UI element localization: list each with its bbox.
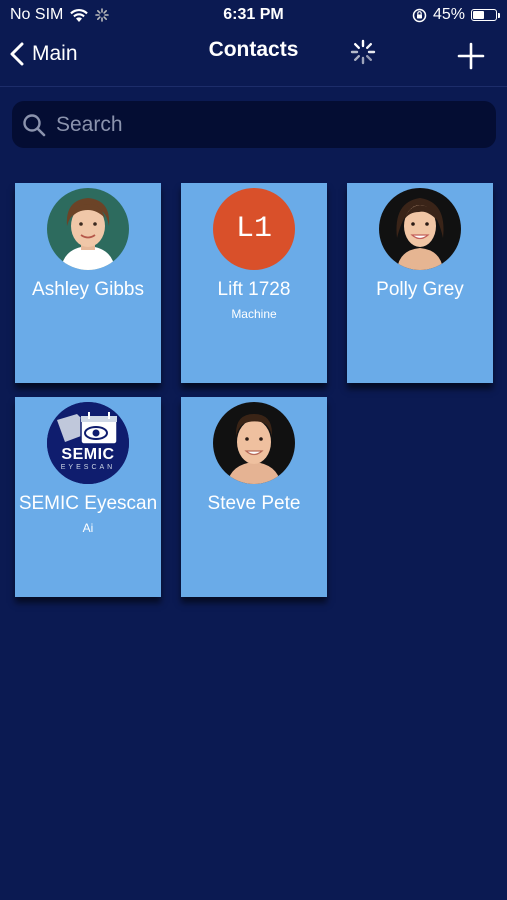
contact-name: SEMIC Eyescan xyxy=(18,493,158,514)
contacts-screen: No SIM 6:31 PM 45% Main Contacts Search … xyxy=(0,0,507,900)
search-icon xyxy=(23,113,46,136)
contact-subtitle: Machine xyxy=(231,307,277,321)
contact-name: Polly Grey xyxy=(376,279,464,300)
contact-name: Ashley Gibbs xyxy=(32,279,144,300)
avatar xyxy=(379,188,461,270)
avatar-initials: L1 xyxy=(235,212,272,246)
contact-subtitle: Ai xyxy=(82,521,94,535)
search-bar xyxy=(12,101,496,148)
orientation-lock-icon xyxy=(412,8,427,22)
avatar xyxy=(47,188,129,270)
contact-name: Steve Pete xyxy=(207,493,301,514)
status-right: 45% xyxy=(412,6,500,24)
chevron-left-icon xyxy=(10,42,24,66)
woman-avatar-icon xyxy=(47,188,129,270)
battery-icon xyxy=(471,9,500,21)
nav-bar: Main Contacts xyxy=(0,30,507,87)
contact-card-polly-grey[interactable]: Polly Grey xyxy=(347,183,493,383)
contact-card-ashley-gibbs[interactable]: Ashley Gibbs xyxy=(15,183,161,383)
contact-card-steve-pete[interactable]: Steve Pete xyxy=(181,397,327,597)
contact-card-semic-eyescan[interactable]: SEMIC EYESCAN SEMIC Eyescan Ai xyxy=(15,397,161,597)
battery-fill xyxy=(473,11,484,19)
logo-subtext: EYESCAN xyxy=(60,464,116,471)
back-button[interactable]: Main xyxy=(10,42,78,66)
logo-text: SEMIC xyxy=(61,446,115,463)
battery-percent: 45% xyxy=(432,6,465,23)
search-input[interactable] xyxy=(54,103,496,146)
woman-avatar-icon xyxy=(379,188,461,270)
man-avatar-icon xyxy=(213,402,295,484)
contact-card-lift-1728[interactable]: L1 Lift 1728 Machine xyxy=(181,183,327,383)
add-contact-button[interactable] xyxy=(457,42,485,70)
avatar: L1 xyxy=(213,188,295,270)
avatar xyxy=(213,402,295,484)
contact-name: Lift 1728 xyxy=(217,279,291,300)
semic-logo-icon xyxy=(47,402,129,484)
loading-spinner-icon[interactable] xyxy=(350,39,376,65)
avatar: SEMIC EYESCAN xyxy=(47,402,129,484)
status-bar: No SIM 6:31 PM 45% xyxy=(0,0,507,30)
back-label: Main xyxy=(32,42,78,65)
